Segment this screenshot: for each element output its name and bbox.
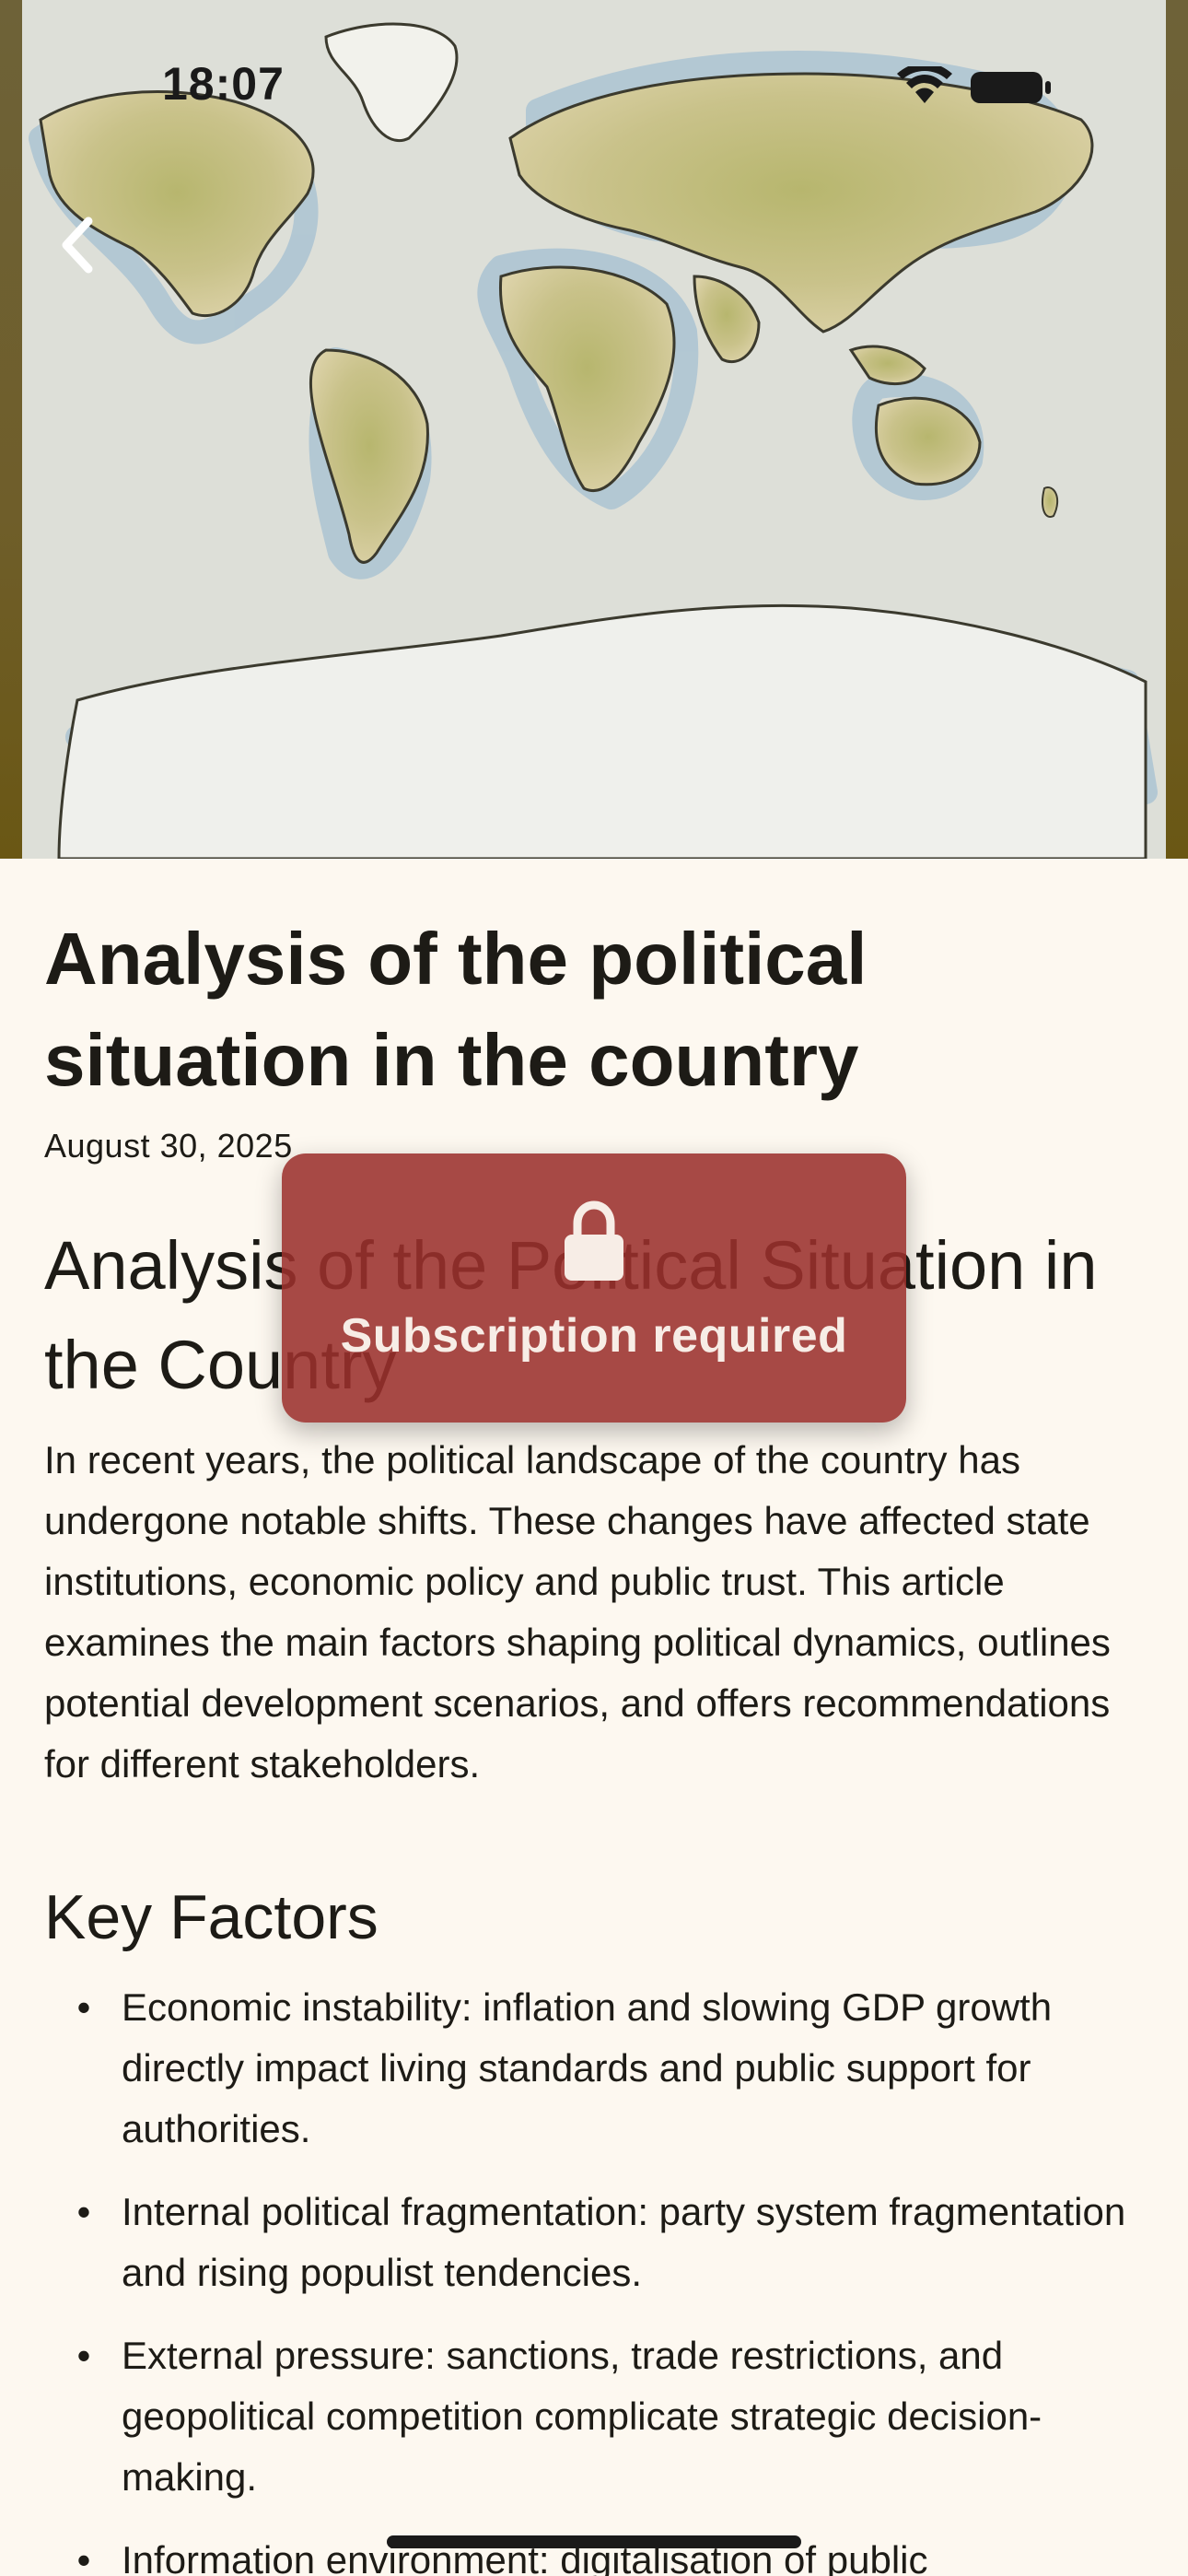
list-item-text: External pressure: sanctions, trade rest… <box>122 2334 1042 2499</box>
battery-icon <box>971 72 1051 103</box>
bullet: • <box>76 2538 91 2576</box>
bullet: • <box>76 1985 91 2029</box>
subscription-required-label: Subscription required <box>340 1309 848 1363</box>
article-title: Analysis of the political situation in t… <box>44 918 868 1101</box>
list-item: • Economic instability: inflation and sl… <box>44 1977 1149 2160</box>
article-content: Analysis of the political situation in t… <box>0 859 1188 2576</box>
status-time: 18:07 <box>162 58 285 110</box>
subscription-required-banner[interactable]: Subscription required <box>282 1153 906 1423</box>
hero-image <box>0 0 1188 859</box>
home-indicator[interactable] <box>387 2535 801 2548</box>
wifi-icon <box>897 63 952 103</box>
back-button[interactable] <box>44 205 111 286</box>
key-factors-list: • Economic instability: inflation and sl… <box>44 1977 1149 2576</box>
list-item-text: Internal political fragmentation: party … <box>122 2190 1126 2294</box>
lock-icon <box>565 1200 623 1281</box>
bullet: • <box>76 2334 91 2377</box>
bullet: • <box>76 2190 91 2233</box>
list-item: • External pressure: sanctions, trade re… <box>44 2325 1149 2508</box>
section-heading-key-factors: Key Factors <box>44 1882 379 1952</box>
list-item: • Internal political fragmentation: part… <box>44 2182 1149 2303</box>
article-date: August 30, 2025 <box>44 1127 293 1165</box>
chevron-left-icon <box>62 217 93 274</box>
article-intro-paragraph: In recent years, the political landscape… <box>44 1438 1111 1786</box>
world-map-illustration <box>22 0 1166 859</box>
status-icons <box>895 63 1070 107</box>
list-item-text: Economic instability: inflation and slow… <box>122 1985 1053 2150</box>
